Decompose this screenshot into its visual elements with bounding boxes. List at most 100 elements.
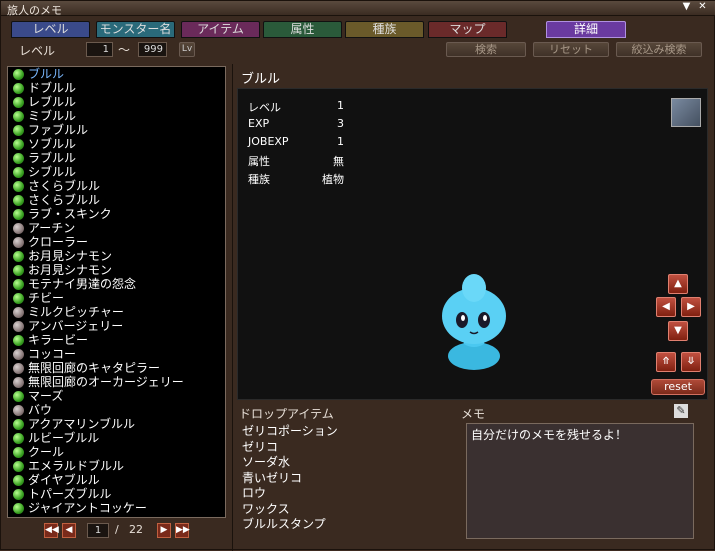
monster-name: ジャイアントコッケー [28, 501, 147, 515]
list-item[interactable]: ジャイアントコッケー [8, 501, 225, 515]
list-item[interactable]: 無限回廊のオーカージェリー [8, 375, 225, 389]
status-dot-icon [13, 293, 24, 304]
minimize-icon[interactable]: ▼ [681, 2, 692, 13]
list-item[interactable]: ルビーブルル [8, 431, 225, 445]
tab-2[interactable]: アイテム [181, 21, 260, 38]
monster-sprite [442, 274, 506, 370]
list-item[interactable]: ドブルル [8, 81, 225, 95]
list-item[interactable]: さくらブルル [8, 179, 225, 193]
status-dot-icon [13, 237, 24, 248]
status-dot-icon [13, 349, 24, 360]
status-dot-icon [13, 363, 24, 374]
stat-value: 1 [337, 99, 344, 112]
move-left-button[interactable]: ◀ [656, 297, 676, 317]
monster-name: シブルル [28, 165, 77, 179]
status-dot-icon [13, 433, 24, 444]
drop-item: ブルルスタンプ [242, 517, 326, 531]
tab-5[interactable]: マップ [428, 21, 507, 38]
move-right-button[interactable]: ▶ [681, 297, 701, 317]
list-item[interactable]: モテナイ男達の怨念 [8, 277, 225, 291]
column-divider [232, 64, 233, 551]
monster-list[interactable]: ブルル ドブルル レブルル ミブルル ファブルル ソブルル ラブルル シブルル さくらブルル さく… [7, 66, 226, 518]
title-bar[interactable]: 旅人のメモ ▼ ✕ [1, 1, 715, 17]
page-total: 22 [129, 523, 143, 536]
list-item[interactable]: マーズ [8, 389, 225, 403]
list-item[interactable]: ダイヤブルル [8, 473, 225, 487]
list-item[interactable]: クール [8, 445, 225, 459]
list-item[interactable]: アンバージェリー [8, 319, 225, 333]
list-item[interactable]: レブルル [8, 95, 225, 109]
monster-name: さくらブルル [28, 193, 101, 207]
status-dot-icon [13, 223, 24, 234]
status-dot-icon [13, 461, 24, 472]
status-dot-icon [13, 111, 24, 122]
list-item[interactable]: ラブ・スキンク [8, 207, 225, 221]
status-dot-icon [13, 251, 24, 262]
last-page-button[interactable]: ▶▶ [175, 523, 190, 538]
list-item[interactable]: ブルル [8, 67, 225, 81]
edit-memo-icon[interactable]: ✎ [674, 404, 688, 418]
list-item[interactable]: さくらブルル [8, 193, 225, 207]
close-icon[interactable]: ✕ [697, 2, 708, 13]
list-item[interactable]: トパーズブルル [8, 487, 225, 501]
memo-textarea[interactable]: 自分だけのメモを残せるよ！ [466, 423, 694, 539]
lv-button[interactable]: Lv [179, 42, 195, 57]
status-dot-icon [13, 419, 24, 430]
monster-name: 無限回廊のキャタピラー [28, 361, 161, 375]
level-filter-label: レベル [19, 44, 56, 58]
tab-3[interactable]: 属性 [263, 21, 342, 38]
monster-name: ダイヤブルル [28, 473, 100, 487]
reset-view-button[interactable]: reset [651, 379, 705, 395]
status-dot-icon [13, 181, 24, 192]
monster-name: お月見シナモン [28, 263, 113, 277]
list-item[interactable]: アクアマリンブルル [8, 417, 225, 431]
reset-filter-button[interactable]: リセット [533, 42, 609, 57]
status-dot-icon [13, 447, 24, 458]
list-item[interactable]: お月見シナモン [8, 263, 225, 277]
move-up-button[interactable]: ▲ [668, 274, 688, 294]
list-item[interactable]: お月見シナモン [8, 249, 225, 263]
monster-name: ミブルル [28, 109, 77, 123]
page-input[interactable]: 1 [87, 523, 109, 538]
stat-label: レベル [248, 101, 281, 114]
map-thumbnail[interactable] [671, 98, 701, 127]
list-item[interactable]: 無限回廊のキャタピラー [8, 361, 225, 375]
list-item[interactable]: コッコー [8, 347, 225, 361]
window-title: 旅人のメモ [7, 4, 62, 17]
monster-name: コッコー [28, 347, 77, 361]
first-page-button[interactable]: ◀◀ [44, 523, 59, 538]
tab-4[interactable]: 種族 [345, 21, 424, 38]
list-item[interactable]: ミルクピッチャー [8, 305, 225, 319]
list-item[interactable]: ファブルル [8, 123, 225, 137]
list-item[interactable]: シブルル [8, 165, 225, 179]
move-down-button[interactable]: ▼ [668, 321, 688, 341]
list-item[interactable]: キラービー [8, 333, 225, 347]
list-item[interactable]: アーチン [8, 221, 225, 235]
list-item[interactable]: クローラー [8, 235, 225, 249]
next-page-button[interactable]: ▶ [157, 523, 171, 538]
list-item[interactable]: ソブルル [8, 137, 225, 151]
level-min-input[interactable]: 1 [86, 42, 113, 57]
status-dot-icon [13, 335, 24, 346]
list-item[interactable]: ラブルル [8, 151, 225, 165]
rotate-up-button[interactable]: ⤊ [656, 352, 676, 372]
list-item[interactable]: エメラルドブルル [8, 459, 225, 473]
rotate-down-button[interactable]: ⤋ [681, 352, 701, 372]
monster-name: ブルル [28, 67, 65, 81]
stat-label: 属性 [248, 155, 270, 168]
refine-search-button[interactable]: 絞込み検索 [616, 42, 702, 57]
prev-page-button[interactable]: ◀ [62, 523, 76, 538]
status-dot-icon [13, 503, 24, 514]
status-dot-icon [13, 391, 24, 402]
monster-name: ルビーブルル [28, 431, 100, 445]
tab-detail[interactable]: 詳細 [546, 21, 626, 38]
tab-0[interactable]: レベル [11, 21, 90, 38]
stat-value: 3 [337, 117, 344, 130]
level-max-input[interactable]: 999 [138, 42, 167, 57]
drop-item: ゼリコポーション [242, 424, 338, 438]
list-item[interactable]: ミブルル [8, 109, 225, 123]
list-item[interactable]: バウ [8, 403, 225, 417]
list-item[interactable]: チビー [8, 291, 225, 305]
search-button[interactable]: 検索 [446, 42, 526, 57]
tab-1[interactable]: モンスター名 [96, 21, 175, 38]
